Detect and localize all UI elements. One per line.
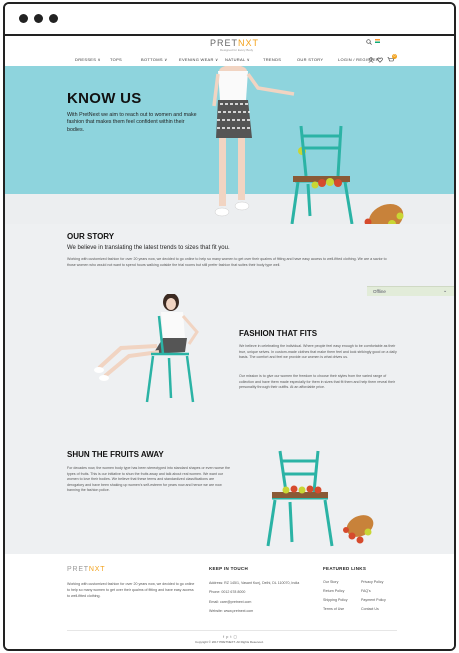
footer-about-text: Working with customized fashion for over… bbox=[67, 582, 195, 598]
fashion-fits-text-1: We believe in celebrating the individual… bbox=[239, 344, 397, 360]
our-story-text: Working with customized fashion for over… bbox=[67, 257, 387, 267]
cart-count-badge: 0 bbox=[392, 54, 397, 59]
search-icon[interactable] bbox=[366, 39, 372, 45]
our-story-title: OUR STORY bbox=[67, 232, 115, 241]
user-icon[interactable] bbox=[368, 57, 374, 63]
window-titlebar bbox=[5, 4, 454, 36]
featured-links-title: FEATURED LINKS bbox=[323, 566, 367, 571]
nav-natural[interactable]: NATURAL ∨ bbox=[225, 57, 250, 62]
hero-text: With PretNext we aim to reach out to wom… bbox=[67, 112, 197, 133]
footer-link[interactable]: FAQ's bbox=[361, 589, 371, 595]
shun-fruits-title: SHUN THE FRUITS AWAY bbox=[67, 450, 164, 459]
logo-suffix: NXT bbox=[238, 38, 260, 48]
nav-tops[interactable]: TOPS bbox=[110, 57, 122, 62]
heart-icon[interactable] bbox=[377, 57, 383, 63]
nav-evening-wear[interactable]: EVENING WEAR ∨ bbox=[179, 57, 218, 62]
nav-trends[interactable]: TRENDS bbox=[263, 57, 281, 62]
footer-link[interactable]: Payment Policy bbox=[361, 598, 386, 604]
footer-address: Address: RZ 145/1, Vasant Kunj, Delhi, D… bbox=[209, 581, 300, 585]
footer-logo-suffix: NXT bbox=[88, 566, 106, 573]
india-flag-icon[interactable] bbox=[375, 39, 380, 43]
footer-link[interactable]: Return Policy bbox=[323, 589, 344, 595]
nav-bottoms[interactable]: BOTTOMS ∨ bbox=[141, 57, 167, 62]
footer-link[interactable]: Privacy Policy bbox=[361, 580, 383, 586]
chevron-down-icon[interactable]: ⌄ bbox=[443, 287, 447, 296]
keep-in-touch-title: KEEP IN TOUCH bbox=[209, 566, 248, 571]
footer-link[interactable]: Shipping Policy bbox=[323, 598, 348, 604]
browser-window: PRETNXT Designed for Every Body DRESSES … bbox=[3, 2, 456, 651]
site-logo[interactable]: PRETNXT bbox=[210, 38, 259, 48]
footer-logo-prefix: PRET bbox=[67, 566, 89, 573]
logo-prefix: PRET bbox=[210, 38, 239, 48]
fashion-fits-text-2: Our mission is to give our women the fre… bbox=[239, 374, 396, 390]
footer-divider bbox=[67, 630, 397, 631]
logo-tagline: Designed for Every Body bbox=[220, 48, 254, 52]
footer-link[interactable]: Terms of Use bbox=[323, 607, 344, 613]
chair-fruit-photo bbox=[266, 450, 374, 547]
nav-our-story[interactable]: OUR STORY bbox=[297, 57, 323, 62]
site-header: PRETNXT Designed for Every Body DRESSES … bbox=[5, 36, 454, 67]
website: PRETNXT Designed for Every Body DRESSES … bbox=[5, 36, 454, 649]
footer-email[interactable]: Email: care@pretnext.com bbox=[209, 600, 251, 606]
instagram-icon[interactable]: ◻ bbox=[233, 634, 238, 639]
our-story-lead: We believe in translating the latest tre… bbox=[67, 245, 230, 251]
footer-link[interactable]: Our Story bbox=[323, 580, 338, 586]
copyright: Copyright © 2017 PRETNEXT. All Rights Re… bbox=[195, 640, 264, 644]
shun-fruits-text: For decades now, the women body type has… bbox=[67, 466, 231, 493]
footer-link[interactable]: Contact Us bbox=[361, 607, 379, 613]
offline-label: Offline bbox=[373, 289, 386, 294]
social-icons: fpt◻ bbox=[223, 634, 239, 639]
fashion-fits-title: FASHION THAT FITS bbox=[239, 329, 318, 338]
hero-title: KNOW US bbox=[67, 90, 142, 107]
content-section: OUR STORY We believe in translating the … bbox=[5, 224, 454, 554]
site-footer: PRETNXT Working with customized fashion … bbox=[5, 554, 454, 649]
footer-phone: Phone: 0012 678 8000 bbox=[209, 590, 246, 594]
footer-logo[interactable]: PRETNXT bbox=[67, 566, 105, 573]
seated-woman-photo bbox=[94, 294, 199, 403]
footer-website[interactable]: Website: www.pretnext.com bbox=[209, 609, 253, 615]
hero-photo bbox=[212, 66, 404, 226]
nav-dresses[interactable]: DRESSES ∨ bbox=[75, 57, 101, 62]
window-dot-icon bbox=[49, 14, 58, 23]
window-dot-icon bbox=[19, 14, 28, 23]
offline-status-bar: Offline ⌄ bbox=[367, 286, 454, 296]
window-dot-icon bbox=[34, 14, 43, 23]
